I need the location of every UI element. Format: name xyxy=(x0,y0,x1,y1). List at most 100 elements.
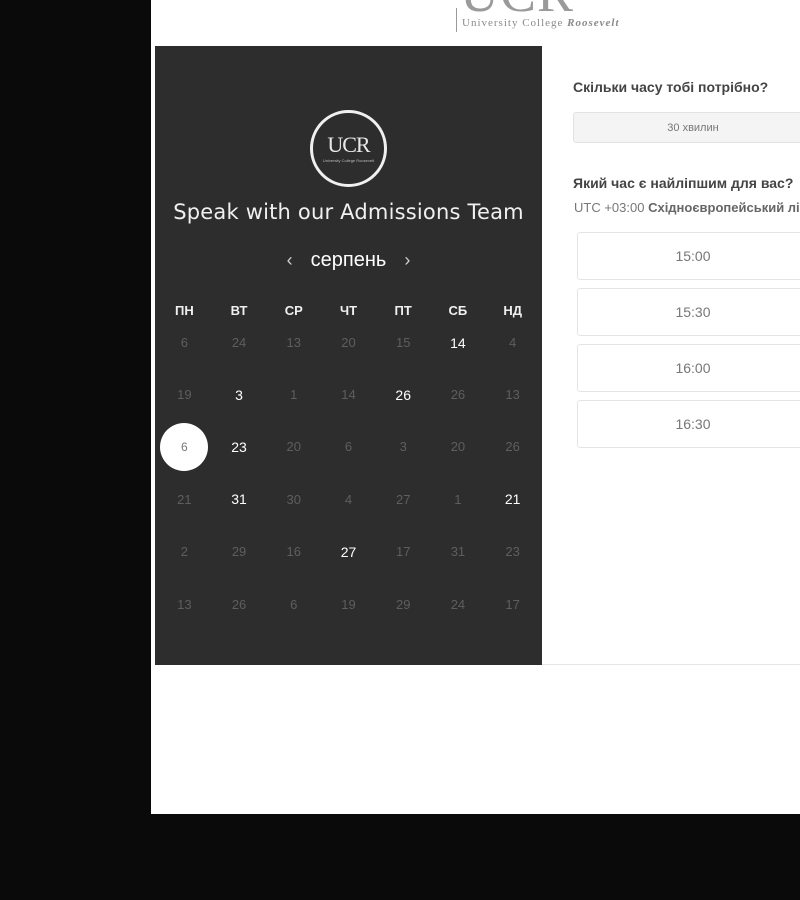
day-number: 31 xyxy=(231,491,247,508)
time-question: Який час є найліпшим для вас? xyxy=(573,175,794,191)
day-number: 26 xyxy=(231,596,247,612)
panel-title: Speak with our Admissions Team xyxy=(173,200,524,224)
calendar-day: 17 xyxy=(485,578,540,630)
calendar-day: 20 xyxy=(431,421,486,473)
month-navigation: ‹ серпень › xyxy=(155,246,542,274)
day-number: 13 xyxy=(505,387,520,403)
day-number: 29 xyxy=(395,596,411,612)
calendar-day[interactable]: 21 xyxy=(485,473,540,525)
day-number: 23 xyxy=(231,438,247,455)
day-number: 21 xyxy=(177,491,192,507)
day-number: 6 xyxy=(160,422,209,471)
day-number: 6 xyxy=(180,335,188,350)
day-number: 26 xyxy=(450,387,466,403)
calendar-day: 21 xyxy=(157,473,212,525)
calendar-day: 13 xyxy=(266,316,321,368)
calendar-day: 29 xyxy=(376,578,431,630)
calendar-day: 19 xyxy=(321,578,376,630)
day-number: 19 xyxy=(177,387,192,403)
day-number: 30 xyxy=(286,491,302,507)
day-number: 14 xyxy=(450,335,466,351)
calendar-day: 24 xyxy=(212,316,267,368)
day-number: 24 xyxy=(450,596,466,612)
calendar-day: 17 xyxy=(376,526,431,578)
calendar-day: 26 xyxy=(431,368,486,420)
time-slot-button[interactable]: 16:00 xyxy=(577,344,800,392)
calendar-day: 14 xyxy=(321,368,376,420)
timezone-label[interactable]: UTC +03:00 Східноєвропейський літній час xyxy=(574,200,800,215)
calendar-day: 20 xyxy=(321,316,376,368)
calendar-grid: 6 24 13 20 15 14 4 19 3 1 14 26 26 13 6 23 20 6 3 20 26 21 31 3… xyxy=(157,316,540,630)
day-number: 23 xyxy=(505,544,520,560)
logo-rule xyxy=(456,8,457,32)
duration-question: Скільки часу тобі потрібно? xyxy=(573,79,769,95)
chevron-left-icon[interactable]: ‹ xyxy=(283,250,297,271)
calendar-day-selected[interactable]: 6 xyxy=(157,421,212,473)
time-slot-button[interactable]: 15:30 xyxy=(577,288,800,336)
calendar-day: 30 xyxy=(266,473,321,525)
day-number: 26 xyxy=(505,439,520,455)
day-number: 1 xyxy=(454,491,462,507)
calendar-day: 2 xyxy=(157,526,212,578)
day-number: 17 xyxy=(505,596,520,612)
calendar-day: 16 xyxy=(266,526,321,578)
ucr-circle-logo: UCR University College Roosevelt xyxy=(310,110,387,187)
day-number: 26 xyxy=(395,386,411,403)
day-number: 24 xyxy=(231,335,247,350)
calendar-day: 26 xyxy=(212,578,267,630)
day-number: 14 xyxy=(341,387,356,403)
circle-logo-subtext: University College Roosevelt xyxy=(322,158,375,163)
time-slot-button[interactable]: 15:00 xyxy=(577,232,800,280)
calendar-day: 4 xyxy=(321,473,376,525)
day-number: 3 xyxy=(399,439,407,455)
header-logo-subtitle: University College Roosevelt xyxy=(462,17,620,29)
calendar-day: 13 xyxy=(485,368,540,420)
calendar-day: 31 xyxy=(431,526,486,578)
day-number: 15 xyxy=(395,335,411,350)
day-number: 27 xyxy=(340,543,357,560)
calendar-day[interactable]: 3 xyxy=(212,368,267,420)
day-number: 20 xyxy=(286,439,302,455)
calendar-day: 29 xyxy=(212,526,267,578)
calendar-day: 19 xyxy=(157,368,212,420)
day-number: 29 xyxy=(231,544,247,560)
calendar-day[interactable]: 27 xyxy=(321,526,376,578)
day-number: 3 xyxy=(235,386,243,403)
day-number: 20 xyxy=(450,439,466,455)
calendar-day[interactable]: 23 xyxy=(212,421,267,473)
calendar-day: 1 xyxy=(266,368,321,420)
day-number: 19 xyxy=(341,596,356,612)
time-slot-button[interactable]: 16:30 xyxy=(577,400,800,448)
month-label: серпень xyxy=(310,248,387,271)
calendar-day: 6 xyxy=(266,578,321,630)
calendar-day: 1 xyxy=(431,473,486,525)
ucr-header-logo: UCR University College Roosevelt xyxy=(450,0,640,36)
circle-logo-letters: UCR xyxy=(327,132,370,157)
day-number: 6 xyxy=(344,439,353,455)
day-number: 27 xyxy=(395,491,411,507)
day-number: 13 xyxy=(286,335,302,350)
day-number: 1 xyxy=(290,387,298,403)
calendar-day: 15 xyxy=(376,316,431,368)
calendar-day: 23 xyxy=(485,526,540,578)
day-number: 21 xyxy=(504,491,521,508)
calendar-day: 24 xyxy=(431,578,486,630)
calendar-day: 13 xyxy=(157,578,212,630)
calendar-day: 6 xyxy=(321,421,376,473)
calendar-day[interactable]: 26 xyxy=(376,368,431,420)
day-number: 31 xyxy=(450,544,466,560)
calendar-day: 27 xyxy=(376,473,431,525)
calendar-day: 4 xyxy=(485,316,540,368)
day-number: 13 xyxy=(177,596,192,612)
calendar-day[interactable]: 14 xyxy=(431,316,486,368)
duration-select[interactable]: 30 хвилин xyxy=(573,112,800,143)
chevron-right-icon[interactable]: › xyxy=(400,250,414,271)
day-number: 4 xyxy=(344,491,353,507)
day-number: 16 xyxy=(286,544,302,560)
day-number: 17 xyxy=(395,544,411,560)
day-number: 4 xyxy=(509,335,517,350)
day-number: 2 xyxy=(180,544,188,560)
calendar-day[interactable]: 31 xyxy=(212,473,267,525)
calendar-day: 26 xyxy=(485,421,540,473)
day-number: 6 xyxy=(290,596,298,612)
